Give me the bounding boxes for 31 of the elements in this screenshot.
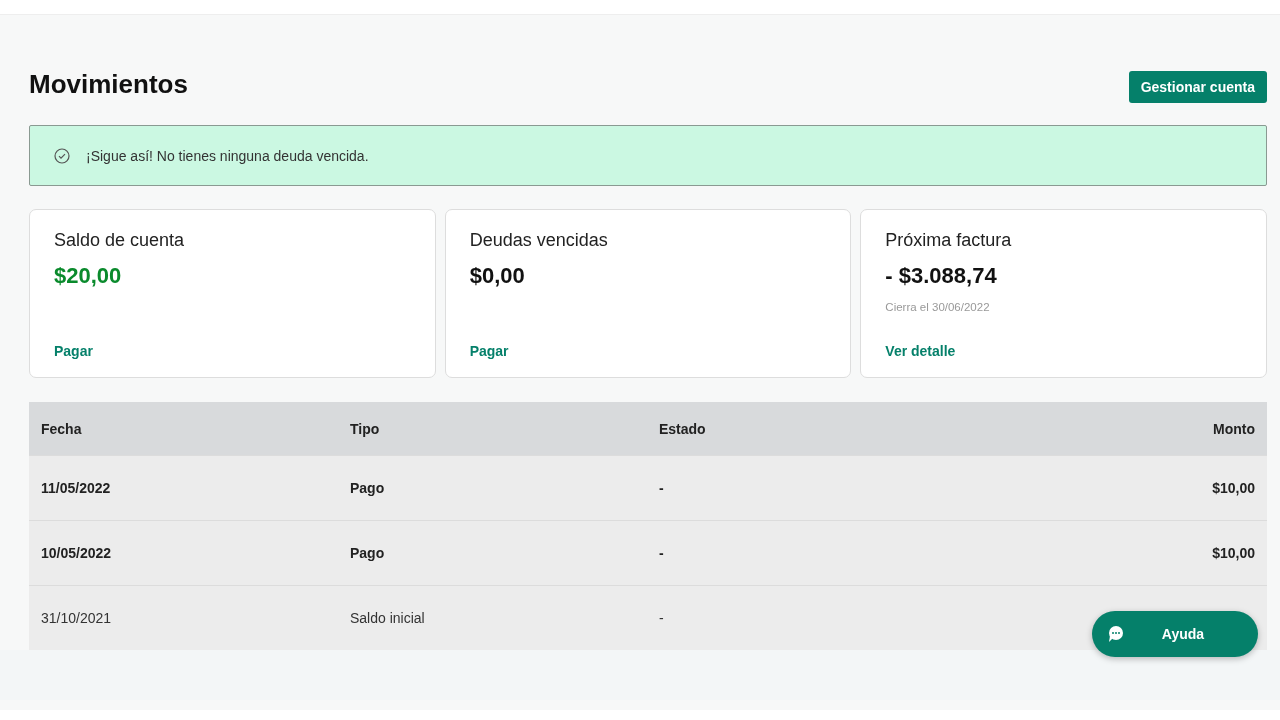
table-cell: - — [647, 585, 966, 650]
card-title: Saldo de cuenta — [54, 230, 186, 251]
help-button[interactable]: Ayuda — [1092, 611, 1258, 657]
column-header: Monto — [965, 402, 1267, 456]
card-amount: $0,00 — [469, 263, 526, 289]
chat-bubble-icon — [1108, 626, 1124, 642]
table-cell: 11/05/2022 — [29, 455, 338, 521]
card-link[interactable]: Pagar — [54, 343, 411, 359]
page-title: Movimientos — [29, 68, 188, 100]
table-cell: - — [647, 520, 966, 586]
card-link[interactable]: Pagar — [469, 343, 827, 359]
table-cell: $10,00 — [965, 520, 1267, 586]
column-header: Tipo — [338, 402, 647, 456]
card-amount: $20,00 — [54, 263, 123, 289]
table-cell: 10/05/2022 — [29, 520, 338, 586]
card-note: Cierra el 30/06/2022 — [885, 301, 991, 313]
table-cell: Saldo inicial — [338, 585, 647, 650]
card-title: Deudas vencidas — [469, 230, 609, 251]
banner-text: ¡Sigue así! No tienes ninguna deuda vencida. — [86, 147, 369, 164]
table-cell: - — [647, 455, 966, 521]
table-cell: Pago — [338, 520, 647, 586]
card-amount: - $3.088,74 — [885, 263, 998, 289]
table-cell: $10,00 — [965, 455, 1267, 521]
card-link[interactable]: Ver detalle — [885, 343, 1242, 359]
table-cell: 31/10/2021 — [29, 585, 338, 650]
column-header: Estado — [647, 402, 966, 456]
manage-account-button[interactable]: Gestionar cuenta — [1128, 71, 1267, 103]
table-cell: Pago — [338, 455, 647, 521]
column-header: Fecha — [29, 402, 338, 456]
check-circle-icon — [54, 147, 70, 164]
card-title: Próxima factura — [885, 230, 1013, 251]
